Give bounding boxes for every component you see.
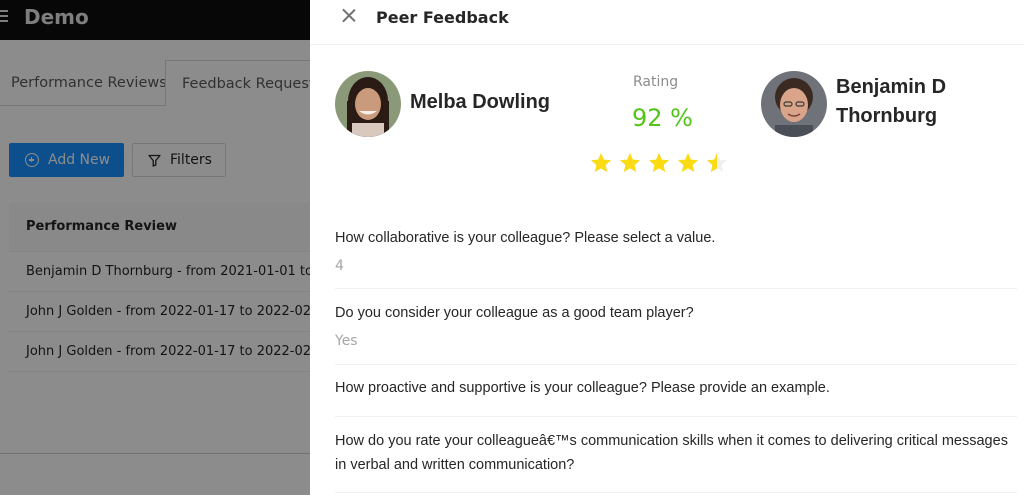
peer-feedback-drawer: Peer Feedback Melba Dowling Rating 92 % … — [310, 0, 1024, 495]
question-item: How do you rate your colleagueâ€™s commu… — [335, 429, 1017, 493]
reviewer-avatar — [335, 71, 401, 137]
question-item: How collaborative is your colleague? Ple… — [335, 226, 1017, 289]
reviewee-avatar — [761, 71, 827, 137]
question-text: How proactive and supportive is your col… — [335, 380, 830, 396]
rating-label: Rating — [633, 74, 679, 90]
rating-percent: 92 % — [632, 104, 693, 132]
star-icon — [678, 153, 698, 172]
star-icon — [591, 153, 611, 172]
reviewer-name: Melba Dowling — [410, 91, 550, 113]
question-item: Do you consider your colleague as a good… — [335, 301, 1017, 365]
question-item: How proactive and supportive is your col… — [335, 376, 1017, 417]
star-rating — [590, 152, 735, 174]
question-text: Do you consider your colleague as a good… — [335, 305, 694, 321]
answer-text: 4 — [335, 258, 344, 274]
star-icon — [707, 153, 727, 172]
reviewee-name: Benjamin D Thornburg — [836, 73, 986, 131]
question-text: How collaborative is your colleague? Ple… — [335, 230, 716, 246]
drawer-header: Peer Feedback — [310, 0, 1024, 45]
close-icon[interactable] — [341, 8, 357, 24]
question-text: How do you rate your colleagueâ€™s commu… — [335, 433, 1008, 473]
answer-text: Yes — [335, 333, 358, 349]
reviewee-name-line2: Thornburg — [836, 105, 938, 127]
drawer-title: Peer Feedback — [376, 8, 509, 27]
star-icon — [649, 153, 669, 172]
star-icon — [620, 153, 640, 172]
reviewee-name-line1: Benjamin D — [836, 76, 947, 98]
